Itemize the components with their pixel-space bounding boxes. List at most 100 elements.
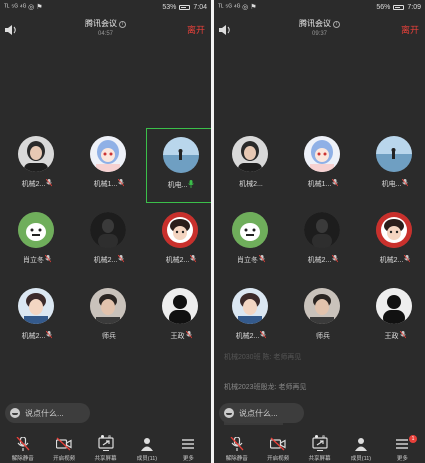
participant-name-text: 师兵 xyxy=(102,333,116,340)
participant-name: 师兵 xyxy=(288,331,358,341)
avatar xyxy=(90,212,126,248)
avatar xyxy=(18,288,54,324)
meeting-title[interactable]: 腾讯会议 i xyxy=(0,18,211,29)
avatar xyxy=(90,288,126,324)
toolbar-button-members[interactable]: 成员(11) xyxy=(126,436,167,463)
participant-tile[interactable]: 师兵 xyxy=(288,280,358,355)
emoji-icon[interactable] xyxy=(10,408,20,418)
chat-text: 老师再见 xyxy=(273,354,302,361)
leave-button[interactable]: 离开 xyxy=(401,23,419,36)
mic-muted-icon xyxy=(45,179,53,188)
chat-message: 机械2030班 陈: 老师再见 xyxy=(224,350,306,365)
battery-percent: 56% xyxy=(376,3,391,11)
participant-name-text: 师兵 xyxy=(316,333,330,340)
chat-input[interactable]: 说点什么... xyxy=(5,403,90,423)
meeting-header: 腾讯会议 i 09:37 离开 xyxy=(214,14,425,40)
participant-name: 机械2... xyxy=(216,331,286,341)
avatar xyxy=(163,137,199,173)
info-icon[interactable]: i xyxy=(119,21,126,28)
toolbar-button-mic-muted[interactable]: 解除静音 xyxy=(216,436,257,463)
participant-name: 机电... xyxy=(147,180,211,190)
left-screen: ᵀᴸ ⁵ᴳ ⁴ᴳ ◎ ⚑ 53% 7:04 腾讯会议 i 04:57 离开 机械2... 机械1… xyxy=(0,0,211,463)
toolbar-label: 共享屏幕 xyxy=(94,456,117,462)
participant-tile[interactable]: 肖立冬 xyxy=(2,204,72,279)
info-icon[interactable]: i xyxy=(333,21,340,28)
participant-tile[interactable]: 机电... xyxy=(146,128,211,203)
participant-tile[interactable]: 机械1... xyxy=(74,128,144,203)
mic-muted-icon xyxy=(258,255,265,264)
chat-input[interactable]: 说点什么... xyxy=(219,403,304,423)
leave-button[interactable]: 离开 xyxy=(187,23,205,36)
participant-name-text: 机械2... xyxy=(235,333,260,340)
toolbar-button-video-off[interactable]: 开启视频 xyxy=(257,436,298,463)
participant-tile[interactable]: 师兵 xyxy=(74,280,144,355)
meeting-header: 腾讯会议 i 04:57 离开 xyxy=(0,14,211,40)
participant-name: 机械1... xyxy=(288,179,358,189)
chat-input-placeholder: 说点什么... xyxy=(239,408,278,418)
toolbar-button-more[interactable]: 更多 1 xyxy=(382,435,423,463)
avatar xyxy=(232,212,268,248)
participant-tile[interactable]: 机电... xyxy=(360,128,425,203)
participant-tile[interactable]: 机械2... xyxy=(146,204,211,279)
toolbar-button-share-screen[interactable]: 共享屏幕 xyxy=(85,436,126,463)
avatar xyxy=(304,136,340,172)
participant-name: 肖立冬 xyxy=(2,255,72,265)
more-icon xyxy=(168,437,209,451)
emoji-icon[interactable] xyxy=(224,408,234,418)
mic-muted-icon xyxy=(403,255,411,264)
participant-tile[interactable]: 机械1... xyxy=(288,128,358,203)
participant-tile[interactable]: 机械2... xyxy=(288,204,358,279)
avatar xyxy=(232,288,268,324)
avatar xyxy=(18,212,54,248)
avatar xyxy=(162,212,198,248)
mic-muted-icon xyxy=(117,179,125,188)
meeting-title-text: 腾讯会议 xyxy=(85,19,117,28)
right-screen: ᵀᴸ ⁵ᴳ ⁴ᴳ ◎ ⚑ 56% 7:09 腾讯会议 i 09:37 离开 机械2... 机械1… xyxy=(214,0,425,463)
meeting-timer: 04:57 xyxy=(97,31,113,37)
participant-tile[interactable]: 机械2... xyxy=(2,280,72,355)
participant-tile[interactable]: 机械2... xyxy=(216,128,286,203)
participant-name: 机械2... xyxy=(2,331,72,341)
mic-muted-icon xyxy=(401,179,409,188)
mic-muted-icon xyxy=(331,179,339,188)
participant-tile[interactable]: 王政 xyxy=(146,280,211,355)
toolbar-button-mic-muted[interactable]: 解除静音 xyxy=(2,436,43,463)
mic-muted-icon xyxy=(44,255,51,264)
meeting-title[interactable]: 腾讯会议 i xyxy=(214,18,425,29)
bottom-toolbar: 解除静音 开启视频 共享屏幕 成员(11) 更多 1 xyxy=(214,435,425,463)
participant-name-text: 机械2... xyxy=(21,333,46,340)
participant-name-text: 机械1... xyxy=(307,181,332,188)
toolbar-button-members[interactable]: 成员(11) xyxy=(340,436,381,463)
participant-tile[interactable]: 机械2... xyxy=(2,128,72,203)
participant-name-text: 机械2... xyxy=(93,257,118,264)
avatar xyxy=(376,288,412,324)
participant-name-text: 机械2... xyxy=(307,257,332,264)
mic-muted-icon xyxy=(259,331,267,340)
members-icon xyxy=(126,437,167,451)
toolbar-label: 解除静音 xyxy=(11,456,34,462)
participant-name: 肖立冬 xyxy=(216,255,286,265)
mic-muted-icon xyxy=(185,331,192,340)
participant-name-text: 王政 xyxy=(384,333,399,340)
chat-author: 机械2023班殷龙: xyxy=(224,384,277,391)
participant-tile[interactable]: 肖立冬 xyxy=(216,204,286,279)
toolbar-label: 成员(11) xyxy=(136,456,158,462)
battery-icon xyxy=(393,4,405,10)
mic-muted-icon xyxy=(117,255,125,264)
participant-name-text: 王政 xyxy=(170,333,185,340)
toolbar-button-more[interactable]: 更多 xyxy=(168,436,209,463)
participant-tile[interactable]: 王政 xyxy=(360,280,425,355)
participant-name: 机械2... xyxy=(216,179,286,189)
status-right: 56% 7:09 xyxy=(376,4,421,11)
participant-name: 王政 xyxy=(146,331,211,341)
meeting-title-text: 腾讯会议 xyxy=(299,19,331,28)
toolbar-button-video-off[interactable]: 开启视频 xyxy=(43,436,84,463)
chat-input-placeholder: 说点什么... xyxy=(25,408,64,418)
chat-message: 机械2023班殷龙: 老师再见 xyxy=(224,380,306,395)
participant-tile[interactable]: 机械2... xyxy=(360,204,425,279)
video-off-icon xyxy=(43,437,84,451)
participant-tile[interactable]: 机械2... xyxy=(216,280,286,355)
toolbar-button-share-screen[interactable]: 共享屏幕 xyxy=(299,436,340,463)
participant-tile[interactable]: 机械2... xyxy=(74,204,144,279)
participant-name: 机械2... xyxy=(360,255,425,265)
